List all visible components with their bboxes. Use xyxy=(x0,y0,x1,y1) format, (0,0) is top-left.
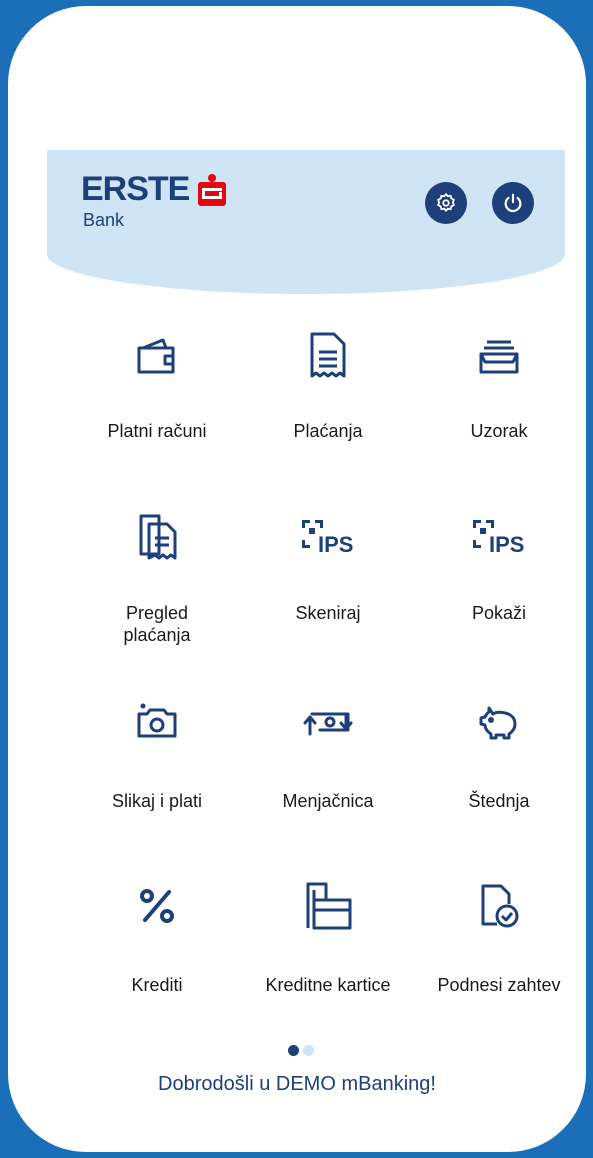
piggy-bank-icon xyxy=(469,692,529,752)
wallet-icon xyxy=(127,326,187,386)
tile-label: Pokaži xyxy=(471,603,527,623)
ips-show-icon: IPS xyxy=(469,506,529,566)
settings-button[interactable] xyxy=(425,182,467,224)
tile-label: Skeniraj xyxy=(295,603,361,623)
logout-button[interactable] xyxy=(492,182,534,224)
tile-label: Platni računi xyxy=(107,421,207,441)
page-dot-active[interactable] xyxy=(288,1045,299,1056)
svg-text:IPS: IPS xyxy=(318,532,353,557)
tile-label: Uzorak xyxy=(470,421,528,441)
tray-icon xyxy=(469,326,529,386)
tile-label: Pregled plaćanja xyxy=(123,603,191,645)
erste-bank-logo: ERSTE Bank xyxy=(81,170,226,230)
tile-label: Slikaj i plati xyxy=(111,791,203,811)
tile-label: Plaćanja xyxy=(293,421,363,441)
erste-s-logo-icon xyxy=(197,174,226,206)
brand-name: ERSTE xyxy=(81,170,190,208)
welcome-message: Dobrodošli u DEMO mBanking! xyxy=(158,1073,436,1095)
brand-sub: Bank xyxy=(83,210,125,230)
gear-icon xyxy=(435,192,457,214)
power-icon xyxy=(502,192,524,214)
page-dot[interactable] xyxy=(303,1045,314,1056)
svg-text:IPS: IPS xyxy=(489,532,524,557)
tile-label: Kreditne kartice xyxy=(265,975,391,995)
tile-label: Podnesi zahtev xyxy=(437,975,561,995)
documents-stack-icon xyxy=(127,506,187,566)
tile-label: Štednja xyxy=(468,791,530,811)
tile-label: Menjačnica xyxy=(282,791,374,811)
ips-scan-icon: IPS xyxy=(298,506,358,566)
card-icon xyxy=(298,876,358,936)
exchange-icon xyxy=(298,692,358,752)
page-indicator xyxy=(286,1043,316,1061)
request-icon xyxy=(469,876,529,936)
percent-icon xyxy=(127,876,187,936)
app-header: ERSTE Bank xyxy=(47,150,565,294)
camera-icon xyxy=(127,692,187,752)
document-icon xyxy=(298,326,358,386)
phone-screen: ERSTE Bank Platni računi Plaćanja Uzorak… xyxy=(8,6,586,1152)
tile-label: Krediti xyxy=(131,975,183,995)
